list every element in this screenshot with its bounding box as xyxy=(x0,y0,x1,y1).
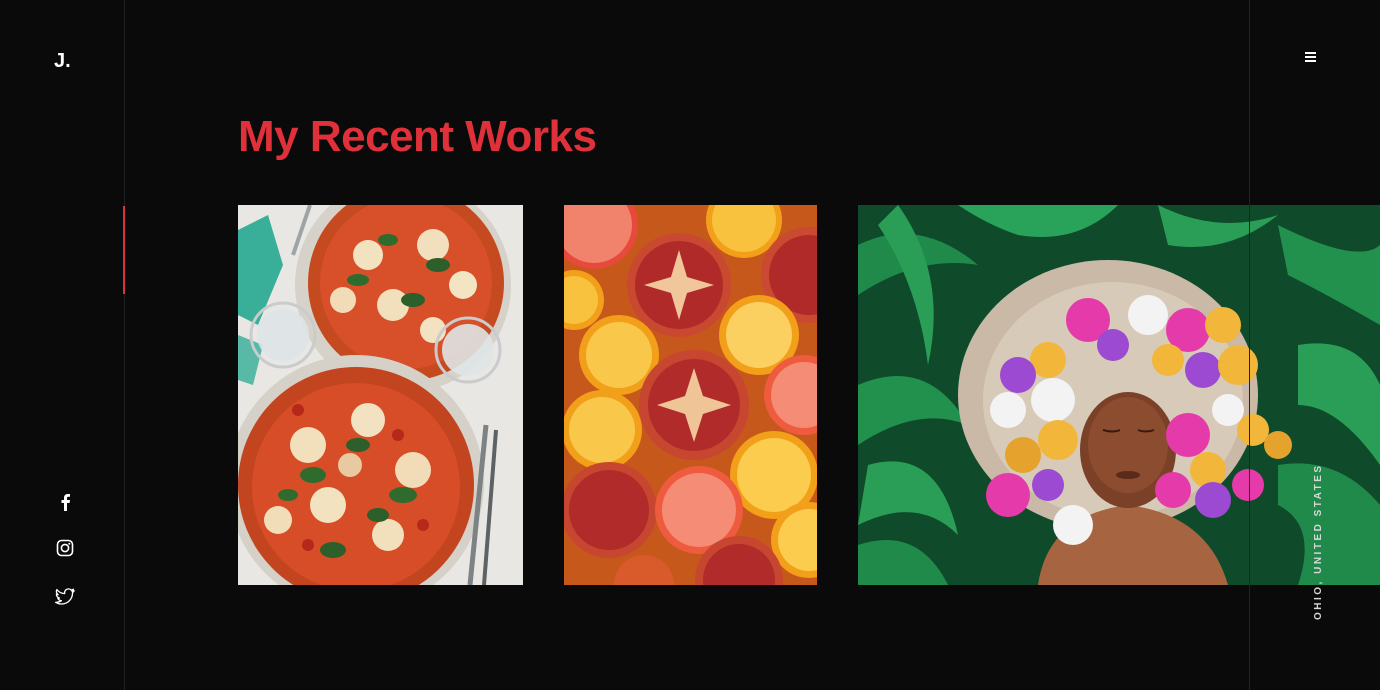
instagram-link[interactable] xyxy=(54,537,76,559)
twitter-link[interactable] xyxy=(54,585,76,607)
facebook-link[interactable] xyxy=(54,491,76,513)
page-title: My Recent Works xyxy=(238,112,597,161)
instagram-icon xyxy=(56,539,74,557)
pizza-photo xyxy=(238,205,523,585)
flower-portrait-photo xyxy=(858,205,1380,585)
hamburger-menu-icon[interactable] xyxy=(1305,50,1319,64)
twitter-icon xyxy=(55,587,75,605)
work-item-flower-portrait[interactable] xyxy=(858,205,1380,585)
menu-line xyxy=(1305,56,1316,58)
left-sidebar: J. xyxy=(0,0,125,690)
work-item-pizza[interactable] xyxy=(238,205,523,585)
work-item-citrus[interactable] xyxy=(564,205,817,585)
menu-line xyxy=(1305,60,1316,62)
citrus-photo xyxy=(564,205,817,585)
menu-line xyxy=(1305,52,1316,54)
vertical-address-text: OHIO, UNITED STATES xyxy=(1313,463,1324,620)
portfolio-page: J. My Recent Works OHIO, UNITED STATES xyxy=(0,0,1380,690)
brand-logo[interactable]: J. xyxy=(54,50,71,73)
facebook-icon xyxy=(61,494,70,511)
active-section-indicator xyxy=(123,206,125,294)
